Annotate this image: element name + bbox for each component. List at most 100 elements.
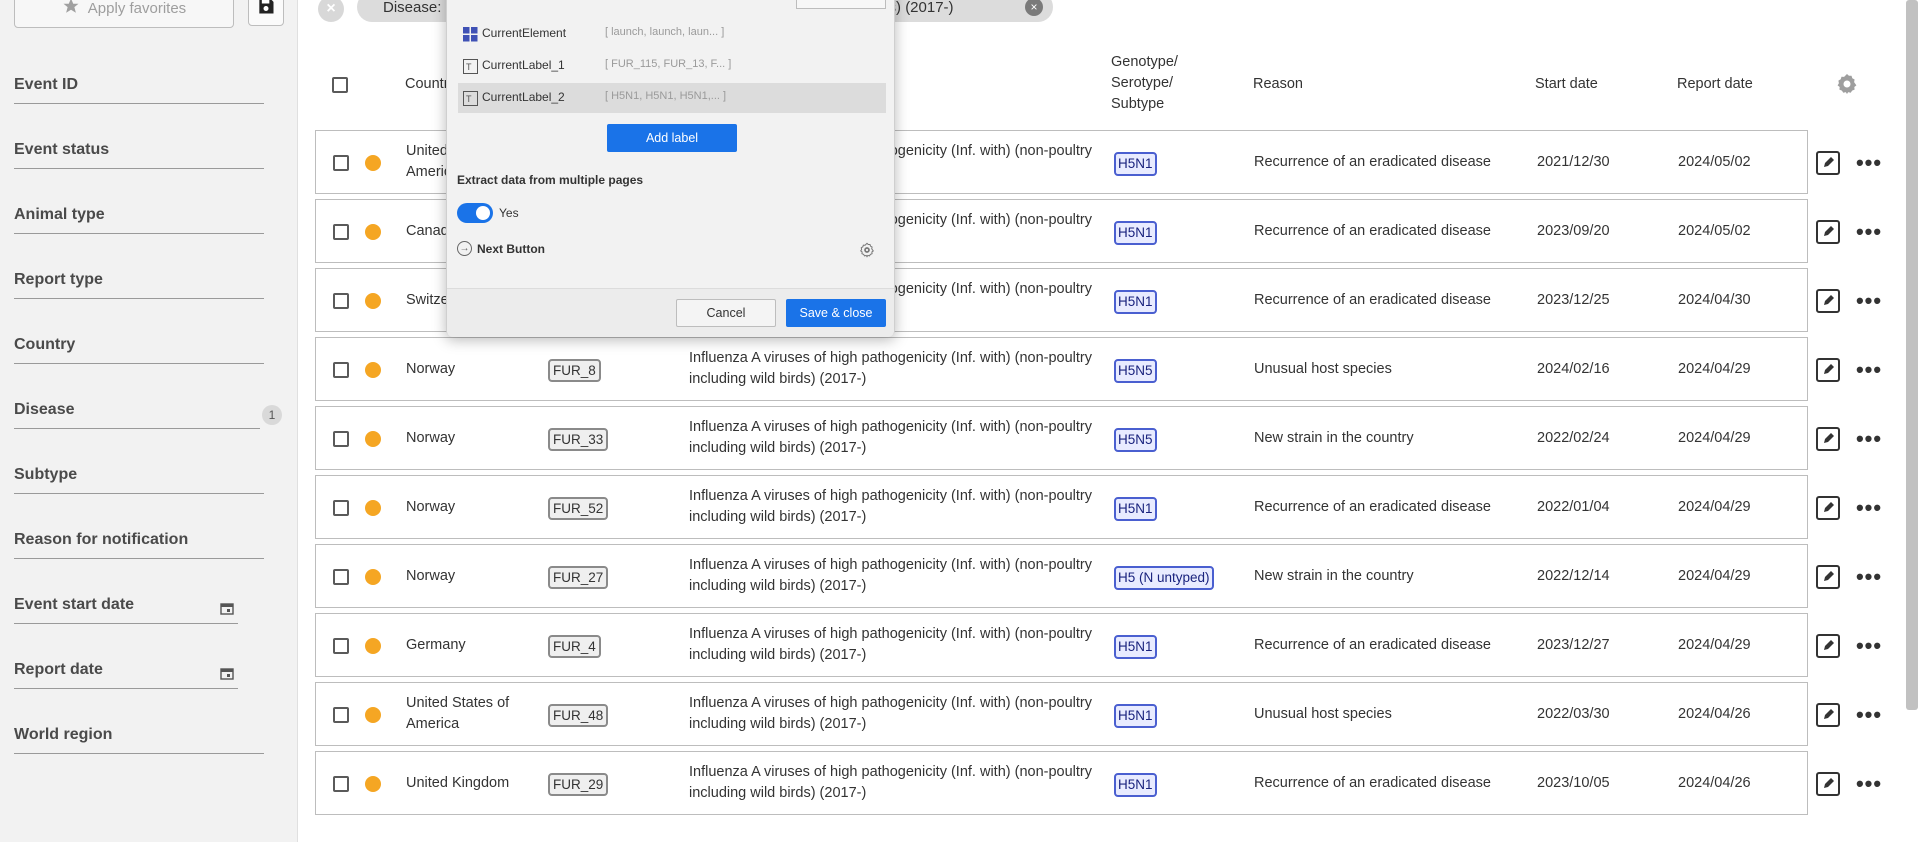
edit-icon[interactable]	[1816, 358, 1840, 382]
remove-chip-icon[interactable]: ×	[1025, 0, 1043, 16]
clear-all-filters-button[interactable]: ×	[318, 0, 344, 22]
filter-reason[interactable]: Reason for notification	[14, 527, 264, 559]
edit-icon[interactable]	[1816, 220, 1840, 244]
header-reason[interactable]: Reason	[1253, 74, 1303, 95]
list-item-current-label-1[interactable]: T CurrentLabel_1 [ FUR_115, FUR_13, F...…	[458, 51, 886, 81]
more-options-icon[interactable]: •••	[1856, 151, 1881, 175]
filter-event-id[interactable]: Event ID	[14, 72, 264, 104]
extract-multiple-pages-toggle[interactable]	[457, 203, 493, 223]
cancel-button[interactable]: Cancel	[676, 299, 776, 327]
row-event-id[interactable]: FUR_33	[548, 428, 609, 451]
more-options-icon[interactable]: •••	[1856, 496, 1881, 520]
more-options-icon[interactable]: •••	[1856, 772, 1881, 796]
table-row[interactable]: Norway FUR_27 Influenza A viruses of hig…	[315, 544, 1808, 608]
list-item-current-element[interactable]: CurrentElement [ launch, launch, laun...…	[458, 19, 886, 49]
edit-icon[interactable]	[1816, 427, 1840, 451]
row-checkbox[interactable]	[333, 569, 349, 585]
filter-event-status[interactable]: Event status	[14, 137, 264, 169]
filter-subtype[interactable]: Subtype	[14, 462, 264, 494]
text-label-icon: T	[463, 59, 478, 74]
row-event-id[interactable]: FUR_27	[548, 566, 609, 589]
row-subtype: H5N1	[1114, 152, 1157, 176]
row-reason: Recurrence of an eradicated disease	[1254, 637, 1491, 653]
status-dot	[365, 224, 381, 240]
row-checkbox[interactable]	[333, 638, 349, 654]
row-checkbox[interactable]	[333, 707, 349, 723]
edit-icon[interactable]	[1816, 496, 1840, 520]
table-row[interactable]: Norway FUR_33 Influenza A viruses of hig…	[315, 406, 1808, 470]
dialog-footer: Cancel Save & close	[447, 288, 894, 337]
row-event-id[interactable]: FUR_8	[548, 359, 601, 382]
row-start-date: 2023/10/05	[1537, 775, 1610, 791]
header-report-date[interactable]: Report date	[1677, 74, 1753, 95]
more-options-icon[interactable]: •••	[1856, 289, 1881, 313]
status-dot	[365, 155, 381, 171]
edit-icon[interactable]	[1816, 703, 1840, 727]
more-options-icon[interactable]: •••	[1856, 358, 1881, 382]
row-country: Norway	[406, 499, 456, 515]
edit-icon[interactable]	[1816, 634, 1840, 658]
label-extraction-dialog: CurrentElement [ launch, launch, laun...…	[446, 0, 895, 337]
vertical-scrollbar[interactable]	[1906, 0, 1918, 710]
apply-favorites-button[interactable]: Apply favorites	[14, 0, 234, 28]
next-button-setting[interactable]: → Next Button	[457, 241, 545, 256]
row-subtype: H5N1	[1114, 635, 1157, 659]
select-all-checkbox[interactable]	[332, 77, 348, 93]
header-subtype[interactable]: Genotype/ Serotype/ Subtype	[1111, 52, 1191, 115]
row-checkbox[interactable]	[333, 362, 349, 378]
table-row[interactable]: Norway FUR_52 Influenza A viruses of hig…	[315, 475, 1808, 539]
header-country[interactable]: Countr	[405, 74, 449, 95]
calendar-icon[interactable]	[220, 602, 234, 615]
header-start-date[interactable]: Start date	[1535, 74, 1598, 95]
filter-country[interactable]: Country	[14, 332, 264, 364]
status-dot	[365, 707, 381, 723]
row-checkbox[interactable]	[333, 776, 349, 792]
calendar-icon[interactable]	[220, 667, 234, 680]
row-start-date: 2022/02/24	[1537, 430, 1610, 446]
edit-icon[interactable]	[1816, 772, 1840, 796]
table-row[interactable]: Germany FUR_4 Influenza A viruses of hig…	[315, 613, 1808, 677]
more-options-icon[interactable]: •••	[1856, 427, 1881, 451]
edit-icon[interactable]	[1816, 565, 1840, 589]
table-row[interactable]: United Kingdom FUR_29 Influenza A viruse…	[315, 751, 1808, 815]
next-button-gear-icon[interactable]	[859, 242, 875, 258]
more-options-icon[interactable]: •••	[1856, 703, 1881, 727]
row-event-id[interactable]: FUR_4	[548, 635, 601, 658]
row-checkbox[interactable]	[333, 431, 349, 447]
row-event-id[interactable]: FUR_48	[548, 704, 609, 727]
row-checkbox[interactable]	[333, 155, 349, 171]
status-dot	[365, 431, 381, 447]
more-options-icon[interactable]: •••	[1856, 220, 1881, 244]
filter-label: Report date	[14, 661, 103, 678]
filter-report-type[interactable]: Report type	[14, 267, 264, 299]
row-checkbox[interactable]	[333, 500, 349, 516]
table-row[interactable]: United States of America FUR_48 Influenz…	[315, 682, 1808, 746]
filter-animal-type[interactable]: Animal type	[14, 202, 264, 234]
filter-disease[interactable]: Disease	[14, 397, 260, 429]
row-event-id[interactable]: FUR_52	[548, 497, 609, 520]
table-settings-gear-icon[interactable]	[1835, 72, 1859, 96]
row-reason: Unusual host species	[1254, 706, 1392, 722]
filter-world-region[interactable]: World region	[14, 722, 264, 754]
row-disease: Influenza A viruses of high pathogenicit…	[689, 488, 1092, 525]
save-favorites-button[interactable]	[248, 0, 284, 26]
row-country: United Kingdom	[406, 775, 510, 791]
row-checkbox[interactable]	[333, 293, 349, 309]
dialog-top-button[interactable]	[796, 0, 886, 9]
add-label-button[interactable]: Add label	[607, 124, 737, 152]
edit-icon[interactable]	[1816, 289, 1840, 313]
more-options-icon[interactable]: •••	[1856, 565, 1881, 589]
row-start-date: 2022/01/04	[1537, 499, 1610, 515]
more-options-icon[interactable]: •••	[1856, 634, 1881, 658]
save-close-button[interactable]: Save & close	[786, 299, 886, 327]
text-label-icon: T	[463, 91, 478, 106]
next-button-label: Next Button	[477, 241, 545, 256]
row-event-id[interactable]: FUR_29	[548, 773, 609, 796]
edit-icon[interactable]	[1816, 151, 1840, 175]
list-item-current-label-2[interactable]: T CurrentLabel_2 [ H5N1, H5N1, H5N1,... …	[458, 83, 886, 113]
filter-report-date[interactable]: Report date	[14, 657, 238, 689]
table-row[interactable]: Norway FUR_8 Influenza A viruses of high…	[315, 337, 1808, 401]
filter-event-start-date[interactable]: Event start date	[14, 592, 238, 624]
filter-label: Disease	[14, 401, 75, 418]
row-checkbox[interactable]	[333, 224, 349, 240]
